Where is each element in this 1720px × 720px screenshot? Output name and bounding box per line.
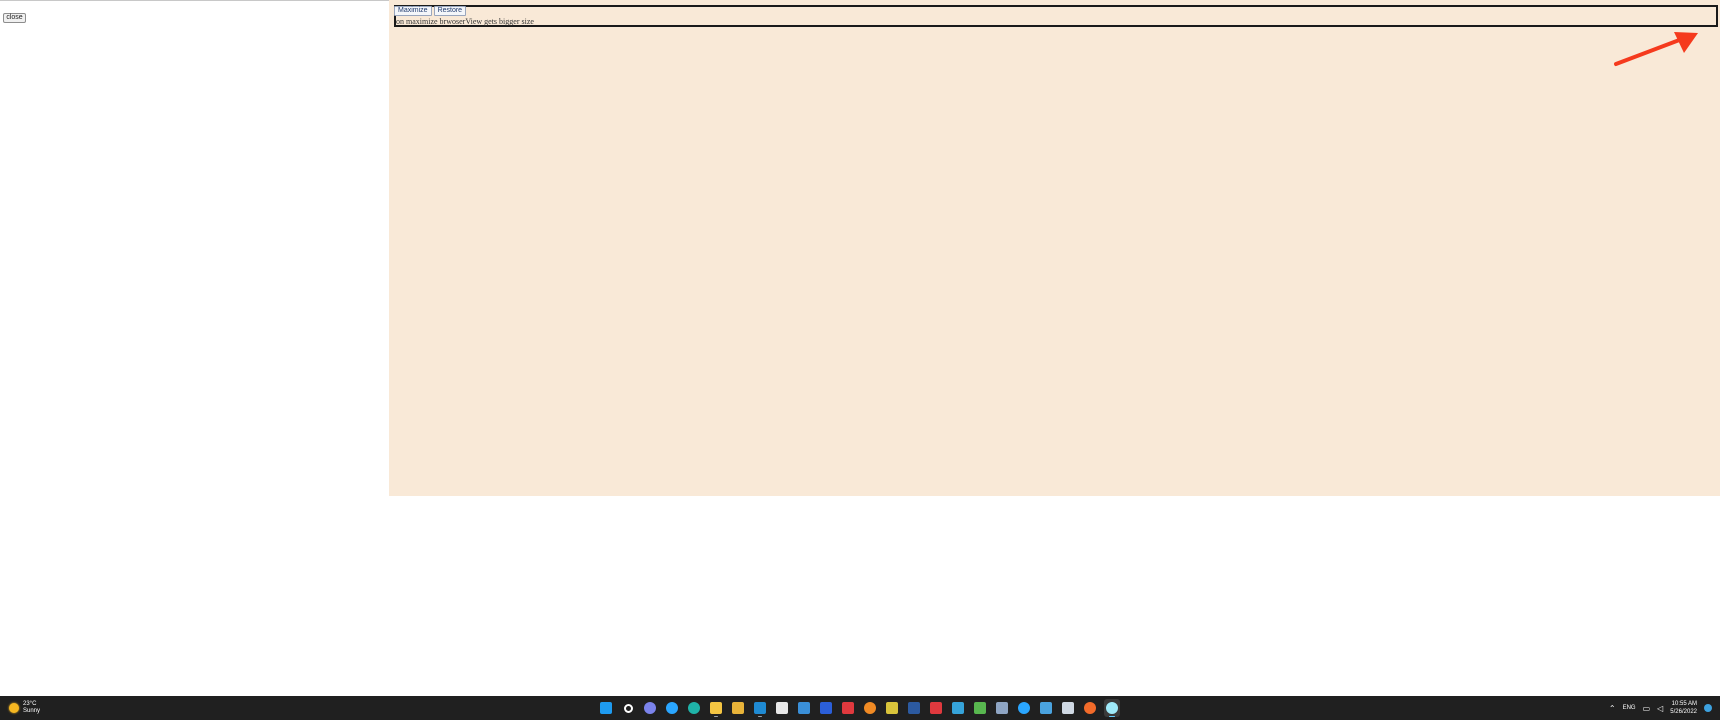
photos-icon[interactable]	[972, 699, 988, 717]
app-k-icon-glyph	[930, 702, 942, 714]
firefox-icon-glyph	[1084, 702, 1096, 714]
clock-time: 10:55 AM	[1671, 701, 1697, 707]
chevron-up-icon[interactable]: ⌃	[1609, 704, 1616, 713]
firefox-icon[interactable]	[1082, 699, 1098, 717]
annotation-arrow-icon	[1614, 32, 1698, 66]
image-viewer-icon-glyph	[1062, 702, 1074, 714]
running-indicator	[714, 716, 718, 717]
weather-condition: Sunny	[23, 708, 41, 714]
file-explorer-icon-glyph	[710, 702, 722, 714]
start-icon-glyph	[600, 702, 612, 714]
network-icon[interactable]: ▭	[1643, 704, 1651, 713]
electron-icon-glyph	[1106, 702, 1118, 714]
desktop-screen: close Maximize Restore on maximize brwos…	[0, 0, 1720, 720]
volume-icon[interactable]: ◁	[1657, 704, 1663, 713]
phone-app-icon-glyph	[820, 702, 832, 714]
calculator-icon-glyph	[996, 702, 1008, 714]
taskbar-apps	[598, 699, 1120, 717]
folder-icon[interactable]	[730, 699, 746, 717]
powershell-icon[interactable]	[906, 699, 922, 717]
mail-icon-glyph	[798, 702, 810, 714]
chat-icon-glyph	[644, 702, 656, 714]
running-indicator	[1109, 716, 1115, 717]
file-explorer-icon[interactable]	[708, 699, 724, 717]
browser-app-icon-glyph	[666, 702, 678, 714]
notification-icon[interactable]	[1704, 704, 1712, 712]
folder-icon-glyph	[732, 702, 744, 714]
system-tray: ⌃ ENG ▭ ◁ 10:55 AM 5/26/2022	[1609, 699, 1712, 717]
monitor-icon-glyph	[952, 702, 964, 714]
image-viewer-icon[interactable]	[1060, 699, 1076, 717]
store-icon-glyph	[1040, 702, 1052, 714]
tools-icon-glyph	[886, 702, 898, 714]
calendar-icon[interactable]	[774, 699, 790, 717]
phone-app-icon[interactable]	[818, 699, 834, 717]
weather-widget[interactable]: 23°C Sunny	[9, 700, 40, 716]
calendar-icon-glyph	[776, 702, 788, 714]
running-indicator	[758, 716, 762, 717]
browser-view: Maximize Restore on maximize brwoserView…	[389, 0, 1720, 496]
highlight-frame	[394, 5, 1718, 27]
search-icon[interactable]	[620, 699, 636, 717]
powershell-icon-glyph	[908, 702, 920, 714]
monitor-icon[interactable]	[950, 699, 966, 717]
calculator-icon[interactable]	[994, 699, 1010, 717]
photos-icon-glyph	[974, 702, 986, 714]
store-icon[interactable]	[1038, 699, 1054, 717]
app-blue-icon[interactable]	[1016, 699, 1032, 717]
electron-icon[interactable]	[1104, 699, 1120, 717]
browser-view-caption: on maximize brwoserView gets bigger size	[396, 17, 534, 26]
vscode-icon[interactable]	[752, 699, 768, 717]
close-button[interactable]: close	[3, 13, 26, 23]
taskbar: 23°C Sunny ⌃ ENG ▭ ◁ 10:55 AM 5/26/2022	[0, 696, 1720, 720]
tools-icon[interactable]	[884, 699, 900, 717]
sun-icon	[9, 703, 19, 713]
paint-icon[interactable]	[862, 699, 878, 717]
window-controls: Maximize Restore	[394, 6, 467, 16]
chat-icon[interactable]	[642, 699, 658, 717]
vscode-icon-glyph	[754, 702, 766, 714]
browser-app-icon[interactable]	[664, 699, 680, 717]
app-k-icon[interactable]	[928, 699, 944, 717]
app-red-icon[interactable]	[840, 699, 856, 717]
clock-date: 5/26/2022	[1670, 709, 1697, 715]
start-icon[interactable]	[598, 699, 614, 717]
app-red-icon-glyph	[842, 702, 854, 714]
clock[interactable]: 10:55 AM 5/26/2022	[1670, 700, 1697, 716]
app-blue-icon-glyph	[1018, 702, 1030, 714]
language-indicator[interactable]: ENG	[1623, 705, 1636, 711]
edge-icon-glyph	[688, 702, 700, 714]
restore-button[interactable]: Restore	[433, 6, 467, 16]
mail-icon[interactable]	[796, 699, 812, 717]
paint-icon-glyph	[864, 702, 876, 714]
search-icon-glyph	[623, 703, 633, 713]
maximize-button[interactable]: Maximize	[394, 6, 432, 16]
edge-icon[interactable]	[686, 699, 702, 717]
weather-temperature: 23°C	[23, 701, 37, 707]
